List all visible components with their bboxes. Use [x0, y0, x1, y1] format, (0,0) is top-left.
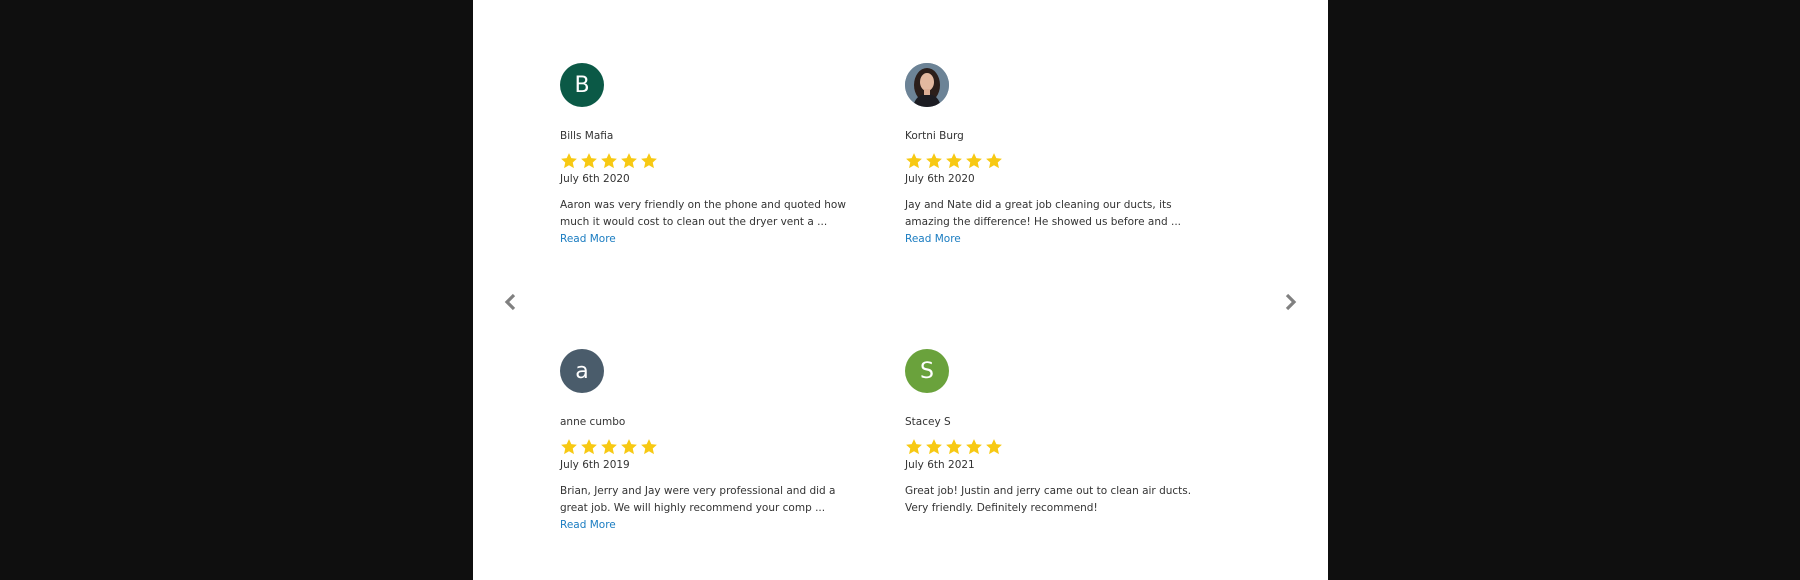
review-card: a anne cumbo July 6th 2019 Brian, Jerry … [560, 349, 860, 534]
read-more-link[interactable]: Read More [905, 233, 961, 245]
star-icon [906, 153, 922, 169]
review-excerpt: Aaron was very friendly on the phone and… [560, 199, 846, 228]
star-icon [946, 153, 962, 169]
review-date: July 6th 2020 [905, 173, 975, 185]
read-more-link[interactable]: Read More [560, 233, 616, 245]
review-date: July 6th 2020 [560, 173, 630, 185]
avatar: S [905, 349, 949, 393]
review-date: July 6th 2019 [560, 459, 630, 471]
star-icon [561, 153, 577, 169]
review-author: Kortni Burg [905, 130, 964, 142]
review-author: anne cumbo [560, 416, 626, 428]
star-rating [560, 438, 860, 456]
review-excerpt: Great job! Justin and jerry came out to … [905, 485, 1192, 514]
avatar-photo [905, 63, 949, 107]
star-rating [905, 438, 1205, 456]
star-icon [926, 153, 942, 169]
star-icon [601, 153, 617, 169]
star-icon [926, 439, 942, 455]
review-author: Stacey S [905, 416, 951, 428]
avatar-letter: S [920, 358, 934, 384]
star-icon [906, 439, 922, 455]
review-excerpt: Jay and Nate did a great job cleaning ou… [905, 199, 1181, 228]
reviews-carousel: B Bills Mafia July 6th 2020 Aaron was ve… [473, 0, 1328, 580]
avatar: a [560, 349, 604, 393]
carousel-prev-button[interactable] [499, 290, 523, 314]
star-icon [986, 153, 1002, 169]
review-text: Aaron was very friendly on the phone and… [560, 197, 850, 248]
review-text: Brian, Jerry and Jay were very professio… [560, 483, 850, 534]
carousel-next-button[interactable] [1278, 290, 1302, 314]
star-icon [966, 439, 982, 455]
star-icon [621, 439, 637, 455]
avatar-letter: B [574, 72, 590, 98]
star-icon [966, 153, 982, 169]
review-card: S Stacey S July 6th 2021 Great job! Just… [905, 349, 1205, 517]
star-icon [581, 439, 597, 455]
avatar: B [560, 63, 604, 107]
star-icon [601, 439, 617, 455]
review-card: Kortni Burg July 6th 2020 Jay and Nate d… [905, 63, 1205, 248]
chevron-right-icon [1285, 293, 1297, 311]
star-icon [561, 439, 577, 455]
star-icon [641, 153, 657, 169]
star-icon [986, 439, 1002, 455]
review-date: July 6th 2021 [905, 459, 975, 471]
star-icon [946, 439, 962, 455]
read-more-link[interactable]: Read More [560, 519, 616, 531]
chevron-left-icon [504, 293, 516, 311]
avatar-letter: a [575, 358, 589, 384]
review-excerpt: Brian, Jerry and Jay were very professio… [560, 485, 836, 514]
review-text: Great job! Justin and jerry came out to … [905, 483, 1195, 517]
review-card: B Bills Mafia July 6th 2020 Aaron was ve… [560, 63, 860, 248]
star-icon [621, 153, 637, 169]
star-icon [641, 439, 657, 455]
person-photo-icon [905, 63, 949, 107]
star-rating [560, 152, 860, 170]
star-rating [905, 152, 1205, 170]
star-icon [581, 153, 597, 169]
review-text: Jay and Nate did a great job cleaning ou… [905, 197, 1195, 248]
review-author: Bills Mafia [560, 130, 614, 142]
